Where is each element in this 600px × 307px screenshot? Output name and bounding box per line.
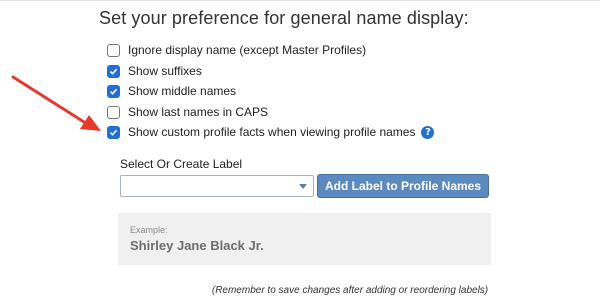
add-label-button[interactable]: Add Label to Profile Names xyxy=(317,174,489,198)
save-reminder-note: (Remember to save changes after adding o… xyxy=(211,285,489,296)
option-label: Show suffixes xyxy=(128,64,202,78)
example-name: Shirley Jane Black Jr. xyxy=(130,238,264,253)
option-label: Show last names in CAPS xyxy=(128,105,269,119)
example-caption: Example: xyxy=(130,225,168,235)
top-divider xyxy=(0,0,600,1)
option-label: Show middle names xyxy=(128,84,237,98)
label-select-dropdown[interactable] xyxy=(120,175,314,197)
checkbox[interactable] xyxy=(107,105,120,119)
option-custom-profile-facts[interactable]: Show custom profile facts when viewing p… xyxy=(107,124,435,140)
checkbox[interactable] xyxy=(107,125,120,139)
checkbox[interactable] xyxy=(107,84,120,98)
page-heading: Set your preference for general name dis… xyxy=(99,8,469,28)
label-select-caption: Select Or Create Label xyxy=(120,157,243,171)
option-label: Ignore display name (except Master Profi… xyxy=(128,43,367,57)
option-label: Show custom profile facts when viewing p… xyxy=(128,125,416,139)
option-last-names-caps[interactable]: Show last names in CAPS xyxy=(107,104,268,120)
chevron-down-icon[interactable] xyxy=(299,184,307,189)
option-show-middle-names[interactable]: Show middle names xyxy=(107,83,236,99)
option-ignore-display-name[interactable]: Ignore display name (except Master Profi… xyxy=(107,42,366,58)
option-show-suffixes[interactable]: Show suffixes xyxy=(107,63,202,79)
red-arrow-annotation xyxy=(11,75,101,131)
example-preview-box: Example: Shirley Jane Black Jr. xyxy=(118,213,491,265)
checkbox[interactable] xyxy=(107,43,120,57)
help-icon[interactable]: ? xyxy=(421,125,435,139)
checkbox[interactable] xyxy=(107,64,120,78)
